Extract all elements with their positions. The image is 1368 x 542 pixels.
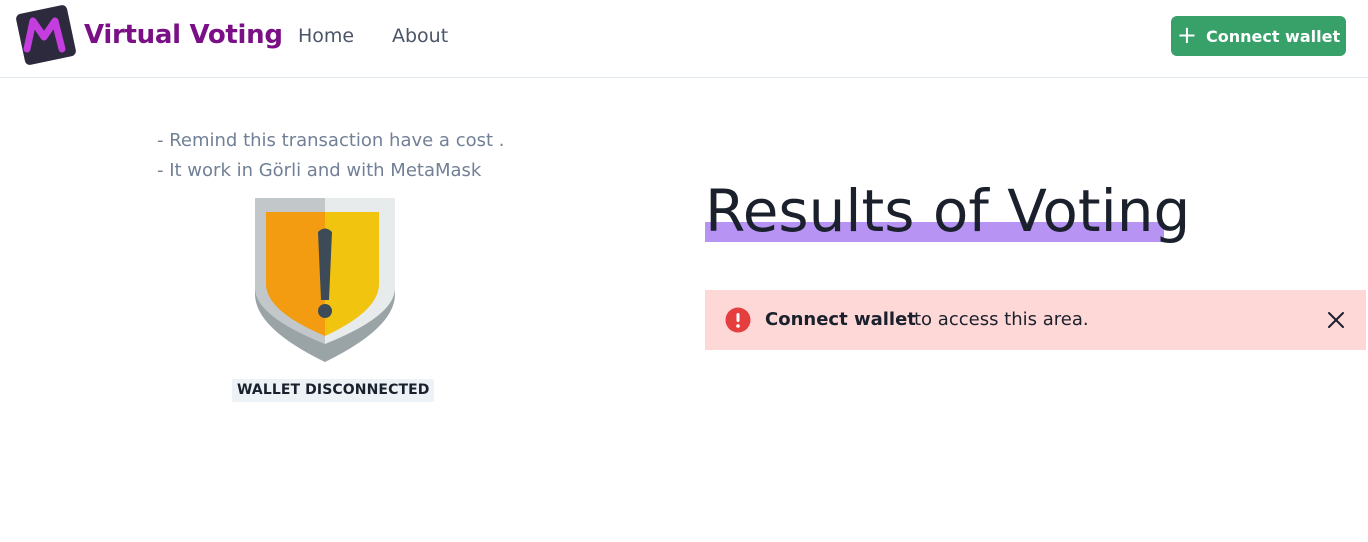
alert-description: to access this area. <box>914 309 1089 330</box>
nav-about-link[interactable]: About <box>392 25 448 47</box>
alert-title: Connect wallet <box>765 309 916 330</box>
navbar: Virtual Voting Home About + Connect wall… <box>0 0 1368 78</box>
connect-wallet-button[interactable]: + Connect wallet <box>1171 16 1346 56</box>
brand-name[interactable]: Virtual Voting <box>84 20 283 50</box>
plus-icon: + <box>1176 21 1197 49</box>
warning-shield-icon <box>253 196 397 362</box>
note-item: - It work in Görli and with MetaMask <box>157 160 482 181</box>
page-title: Results of Voting <box>705 177 1191 245</box>
status-badge: WALLET DISCONNECTED <box>232 379 435 402</box>
alert-banner: Connect wallet to access this area. <box>705 290 1366 350</box>
nav-home-link[interactable]: Home <box>298 25 354 47</box>
logo-icon[interactable] <box>14 3 78 67</box>
note-item: - Remind this transaction have a cost . <box>157 130 505 151</box>
error-icon <box>725 307 751 333</box>
close-icon[interactable] <box>1323 307 1349 333</box>
notes-list: - Remind this transaction have a cost . … <box>157 126 504 186</box>
connect-wallet-label: Connect wallet <box>1205 26 1341 46</box>
